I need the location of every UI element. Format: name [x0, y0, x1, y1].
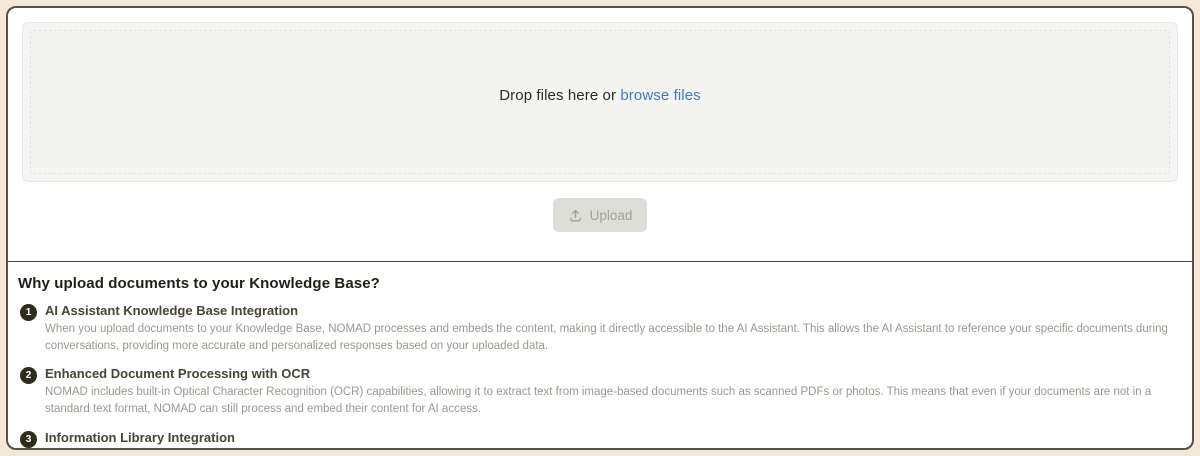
list-item-description: NOMAD includes built-in Optical Characte… — [45, 384, 1172, 417]
info-section: Why upload documents to your Knowledge B… — [8, 262, 1192, 450]
upload-button-row: Upload — [22, 198, 1178, 232]
dropzone-instruction-text: Drop files here or — [499, 87, 616, 104]
step-number-badge: 3 — [20, 431, 37, 448]
dropzone-instruction: Drop files here or browse files — [499, 87, 701, 104]
step-number-badge: 1 — [20, 304, 37, 321]
list-item: 2 Enhanced Document Processing with OCR … — [20, 366, 1172, 417]
list-item-description: When you upload documents to your Knowle… — [45, 321, 1172, 354]
file-dropzone[interactable]: Drop files here or browse files — [22, 22, 1178, 182]
upload-button[interactable]: Upload — [553, 198, 648, 232]
upload-button-label: Upload — [590, 208, 633, 223]
list-item-content: Information Library Integration NOMAD wi… — [45, 430, 1172, 450]
info-heading: Why upload documents to your Knowledge B… — [18, 275, 1172, 292]
list-item-content: Enhanced Document Processing with OCR NO… — [45, 366, 1172, 417]
browse-files-link[interactable]: browse files — [620, 87, 700, 104]
list-item-title: Enhanced Document Processing with OCR — [45, 366, 1172, 381]
list-item: 3 Information Library Integration NOMAD … — [20, 430, 1172, 450]
step-number-badge: 2 — [20, 367, 37, 384]
info-item-list: 1 AI Assistant Knowledge Base Integratio… — [18, 303, 1172, 450]
knowledge-base-upload-panel: Drop files here or browse files Upload W… — [6, 6, 1194, 450]
upload-icon — [568, 208, 583, 223]
list-item-title: AI Assistant Knowledge Base Integration — [45, 303, 1172, 318]
list-item-content: AI Assistant Knowledge Base Integration … — [45, 303, 1172, 354]
list-item: 1 AI Assistant Knowledge Base Integratio… — [20, 303, 1172, 354]
list-item-title: Information Library Integration — [45, 430, 1172, 445]
list-item-description: NOMAD will automatically discover and ex… — [45, 448, 1172, 450]
upload-section: Drop files here or browse files Upload — [8, 8, 1192, 232]
